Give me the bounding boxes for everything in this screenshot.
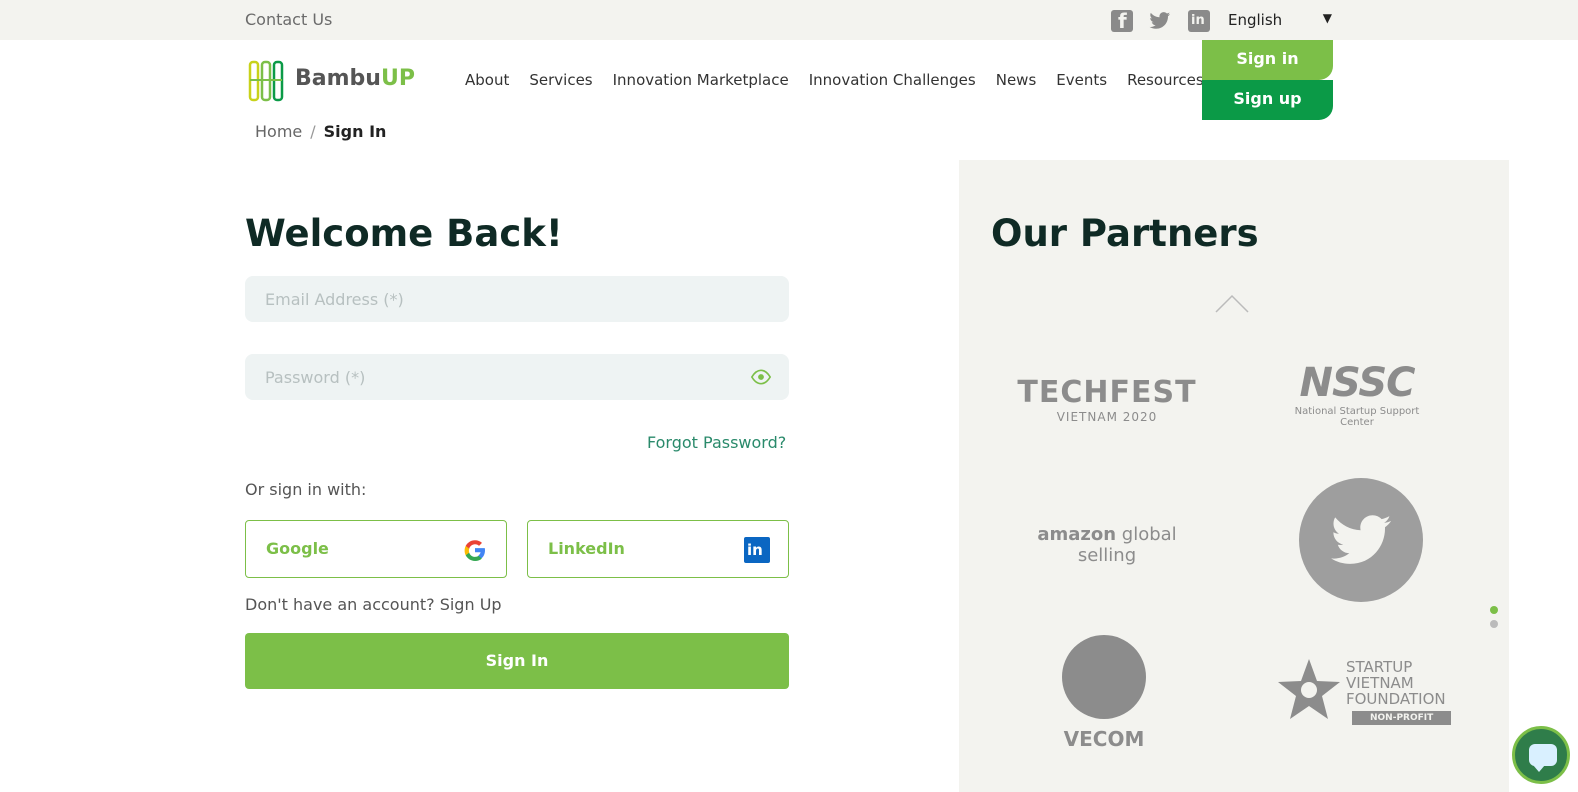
google-icon <box>464 540 485 561</box>
nav-news[interactable]: News <box>996 71 1037 89</box>
breadcrumb-separator: / <box>310 122 316 141</box>
google-button-label: Google <box>266 539 329 558</box>
chat-widget-button[interactable] <box>1512 726 1570 784</box>
bamboo-logo-icon <box>248 60 284 102</box>
logo-text: BambuUP <box>295 66 415 91</box>
partner-logo-vecom: VECOM <box>1049 635 1159 751</box>
techfest-subtitle: VIETNAM 2020 <box>1056 410 1158 424</box>
eye-icon[interactable] <box>751 368 771 386</box>
svf-star-icon <box>1278 659 1340 719</box>
or-sign-in-with-label: Or sign in with: <box>245 480 367 499</box>
partner-logo-nssc: NSSC National Startup Support Center <box>1277 360 1437 428</box>
nav-services[interactable]: Services <box>529 71 592 89</box>
main-nav: About Services Innovation Marketplace In… <box>465 71 1204 89</box>
breadcrumb-current: Sign In <box>323 122 387 141</box>
amazon-brand: amazon <box>1037 524 1117 545</box>
partner-logo-startup-vietnam-foundation: STARTUP VIETNAM FOUNDATION NON-PROFIT <box>1274 655 1464 735</box>
sign-up-link[interactable]: Don't have an account? Sign Up <box>245 595 502 614</box>
chevron-down-icon: ▼ <box>1322 11 1332 25</box>
linkedin-button-label: LinkedIn <box>548 539 625 558</box>
vecom-mark-icon <box>1062 635 1146 719</box>
password-field <box>245 354 789 400</box>
svf-text: STARTUP VIETNAM FOUNDATION <box>1346 658 1446 708</box>
page-title: Welcome Back! <box>245 212 563 255</box>
contact-us-link[interactable]: Contact Us <box>245 10 332 29</box>
carousel-up-arrow-icon[interactable] <box>1215 294 1249 314</box>
vecom-name: VECOM <box>1063 727 1145 751</box>
nav-resources[interactable]: Resources <box>1127 71 1204 89</box>
partner-logo-twitter-icon <box>1299 478 1423 602</box>
bambuup-logo[interactable]: BambuUP <box>247 58 415 102</box>
carousel-dot[interactable] <box>1490 620 1498 628</box>
partners-title: Our Partners <box>991 212 1259 255</box>
nssc-name: NSSC <box>1299 360 1415 406</box>
nav-innovation-challenges[interactable]: Innovation Challenges <box>809 71 976 89</box>
svf-badge: NON-PROFIT <box>1352 711 1452 725</box>
linkedin-icon[interactable]: in <box>1188 10 1210 32</box>
nssc-subtitle: National Startup Support Center <box>1294 406 1420 428</box>
techfest-name: TECHFEST <box>1017 375 1197 410</box>
linkedin-icon: in <box>744 537 770 563</box>
password-input[interactable] <box>245 354 789 400</box>
chat-bubble-icon <box>1529 744 1557 772</box>
carousel-dot-active[interactable] <box>1490 606 1498 614</box>
email-input[interactable] <box>245 276 789 322</box>
nav-events[interactable]: Events <box>1056 71 1107 89</box>
header-sign-in-button[interactable]: Sign in <box>1202 40 1333 80</box>
top-bar: Contact Us f in English ▼ <box>0 0 1578 40</box>
language-select[interactable]: English ▼ <box>1228 11 1332 29</box>
header-sign-up-button[interactable]: Sign up <box>1202 80 1333 120</box>
language-value: English <box>1228 11 1283 29</box>
sign-in-button[interactable]: Sign In <box>245 633 789 689</box>
breadcrumb-home[interactable]: Home <box>255 122 302 141</box>
nav-about[interactable]: About <box>465 71 509 89</box>
partner-logo-amazon: amazon global selling <box>1017 524 1197 566</box>
nav-innovation-marketplace[interactable]: Innovation Marketplace <box>613 71 789 89</box>
forgot-password-link[interactable]: Forgot Password? <box>647 433 786 452</box>
auth-buttons: Sign in Sign up <box>1202 40 1333 120</box>
breadcrumb: Home / Sign In <box>255 122 386 141</box>
twitter-bird-icon <box>1331 515 1392 564</box>
twitter-icon[interactable] <box>1149 10 1171 32</box>
linkedin-sign-in-button[interactable]: LinkedIn in <box>527 520 789 578</box>
facebook-icon[interactable]: f <box>1111 9 1133 33</box>
email-field <box>245 276 789 322</box>
google-sign-in-button[interactable]: Google <box>245 520 507 578</box>
partner-logo-techfest: TECHFEST VIETNAM 2020 <box>1017 375 1197 424</box>
partners-panel: Our Partners TECHFEST VIETNAM 2020 NSSC … <box>959 160 1509 792</box>
